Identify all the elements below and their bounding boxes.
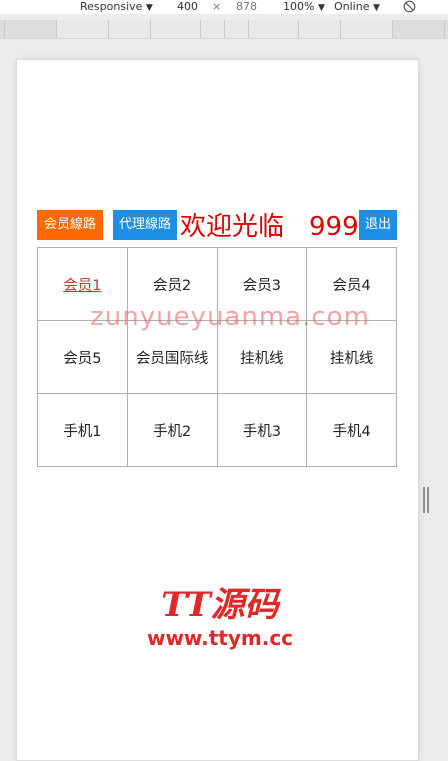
logo-mark: TT源码 <box>161 585 279 625</box>
logo-url: www.ttym.cc <box>146 626 294 650</box>
grid-cell-link[interactable]: 手机2 <box>126 393 218 467</box>
grid-cell-link[interactable]: 手机4 <box>306 393 397 467</box>
device-label: Responsive <box>80 0 143 13</box>
page-header: 会员線路 代理線路 欢迎光临 999 退出 <box>37 210 397 246</box>
network-throttle-select[interactable]: Online ▼ <box>334 0 380 15</box>
watermark: zunyueyuanma.com <box>90 302 370 332</box>
height-input[interactable]: 878 <box>236 0 257 14</box>
device-select[interactable]: Responsive ▼ <box>80 0 153 15</box>
zoom-label: 100% <box>283 0 315 13</box>
member-id: 999 <box>309 212 359 242</box>
chevron-down-icon: ▼ <box>145 3 153 13</box>
chevron-down-icon: ▼ <box>317 3 325 13</box>
site-logo: TT源码 www.ttym.cc <box>140 584 300 650</box>
rotate-icon[interactable] <box>403 0 416 17</box>
width-input[interactable]: 400 <box>177 0 198 14</box>
grid-row: 手机1 手机2 手机3 手机4 <box>37 393 397 467</box>
dimension-separator: × <box>212 0 222 13</box>
zoom-select[interactable]: 100% ▼ <box>283 0 325 15</box>
viewport-resize-handle[interactable] <box>423 487 429 513</box>
grid-cell-link[interactable]: 手机1 <box>37 393 128 467</box>
member-lines-button[interactable]: 会员線路 <box>37 210 103 240</box>
network-label: Online <box>334 0 370 13</box>
grid-cell-link[interactable]: 手机3 <box>216 393 308 467</box>
agent-lines-button[interactable]: 代理線路 <box>113 210 177 240</box>
lines-grid: 会员1 会员2 会员3 会员4 会员5 会员国际线 挂机线 挂机线 手机1 手机… <box>37 247 397 467</box>
chevron-down-icon: ▼ <box>372 3 380 13</box>
viewport-ruler <box>0 20 448 39</box>
welcome-text: 欢迎光临 <box>180 212 285 242</box>
logout-button[interactable]: 退出 <box>359 210 397 240</box>
devtools-device-toolbar: Responsive ▼ 400 × 878 100% ▼ Online ▼ <box>0 0 448 14</box>
